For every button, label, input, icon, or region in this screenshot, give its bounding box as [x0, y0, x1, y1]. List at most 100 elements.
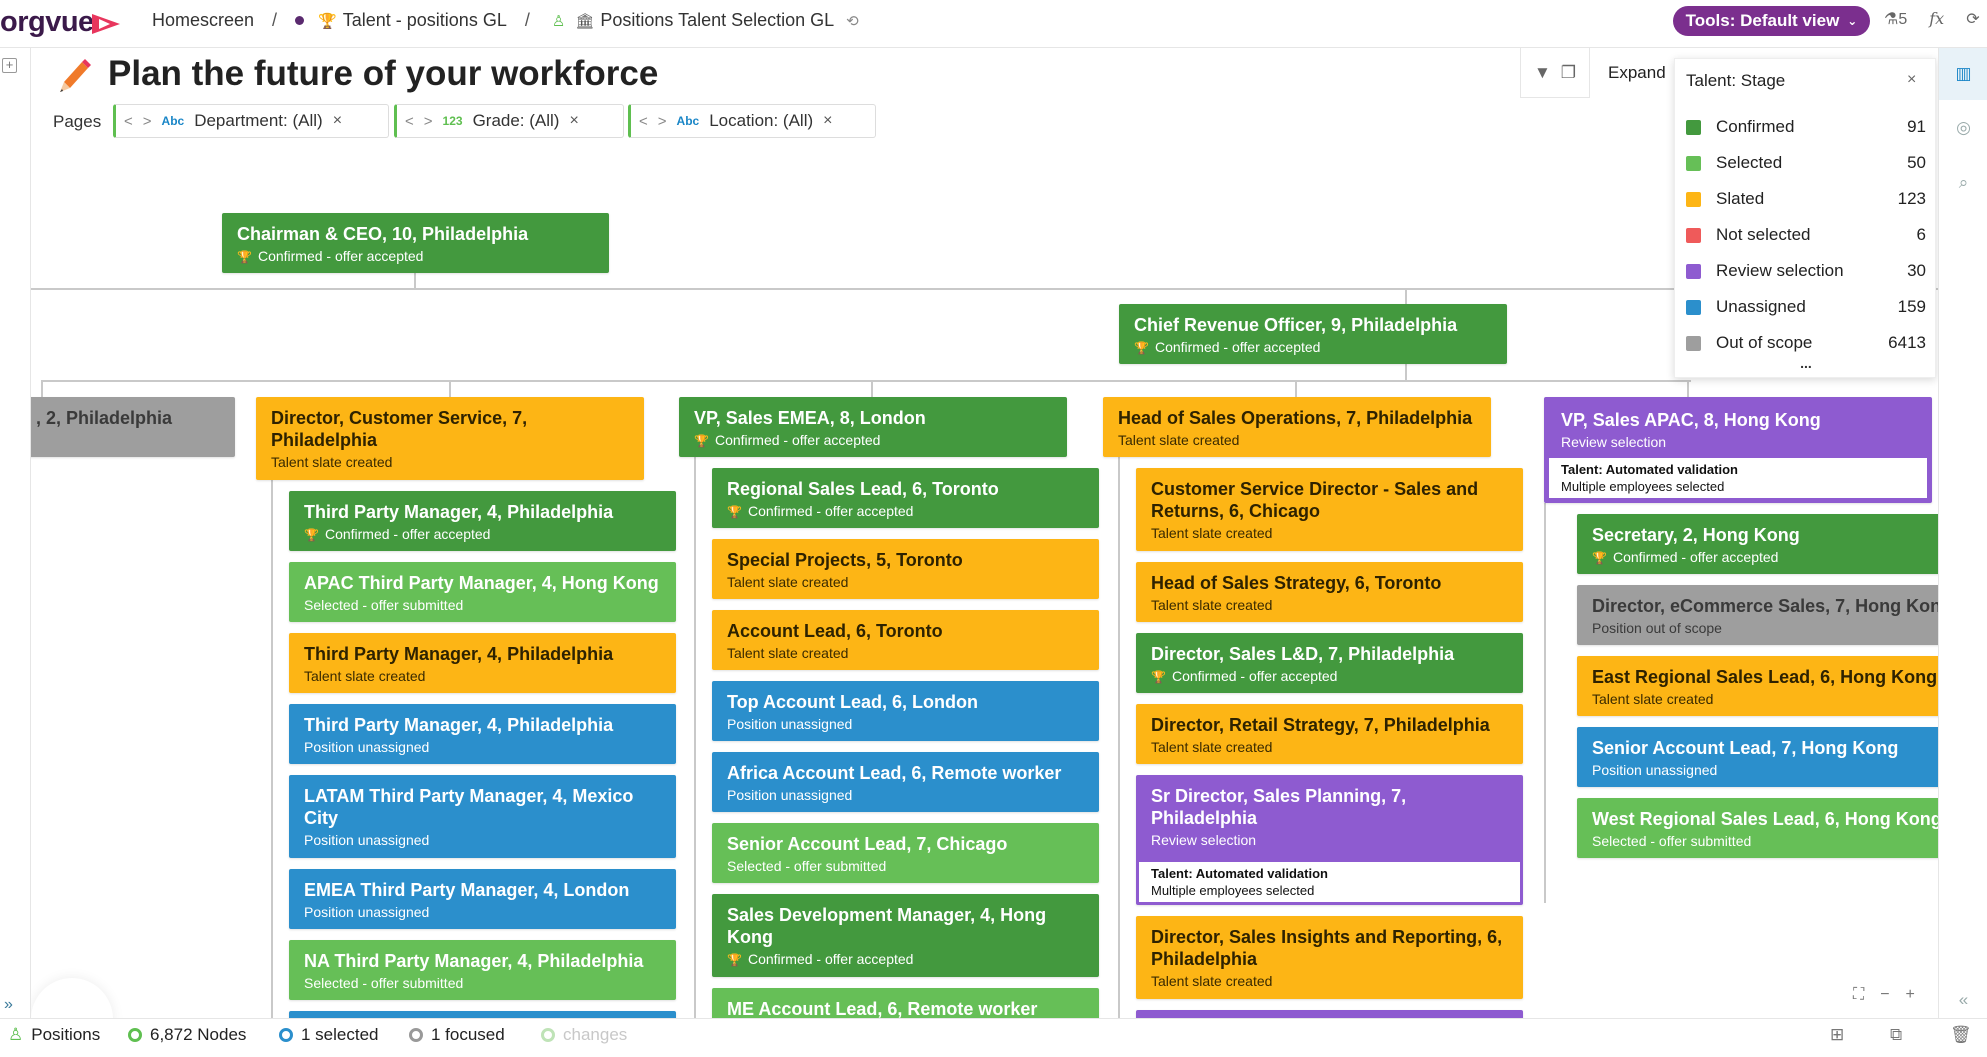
org-card[interactable]: Senior Account Lead, 7, Hong Kong Positi… [1577, 727, 1938, 787]
zoom-in-icon[interactable]: + [1906, 986, 1915, 1004]
history-icon[interactable]: ⟳ [1966, 9, 1979, 29]
refresh-icon[interactable]: ⟲ [846, 12, 859, 30]
org-card[interactable]: Special Projects, 5, Toronto Talent slat… [712, 539, 1099, 599]
org-card-col0[interactable]: , 2, Philadelphia [31, 397, 235, 457]
org-card-col2-head[interactable]: VP, Sales EMEA, 8, London 🏆 Confirmed - o… [679, 397, 1067, 457]
legend-item[interactable]: Slated 123 [1686, 187, 1926, 211]
status-focused[interactable]: 1 focused [409, 1025, 505, 1045]
close-icon[interactable]: × [333, 112, 342, 130]
card-status: Position out of scope [1592, 620, 1722, 636]
card-title: Head of Sales Operations, 7, Philadelphi… [1118, 408, 1473, 428]
org-card[interactable]: Director, Retail Strategy, 7, Philadelph… [1136, 704, 1523, 764]
filter-department[interactable]: < > Abc Department: (All) × [113, 104, 389, 138]
copy-icon[interactable]: ❐ [1561, 63, 1576, 83]
close-icon[interactable]: × [823, 112, 832, 130]
org-chart-canvas[interactable]: Chairman & CEO, 10, Philadelphia 🏆 Confir… [31, 48, 1938, 1018]
assistant-bubble[interactable] [31, 978, 113, 1018]
formula-button[interactable]: fx [1929, 9, 1944, 29]
org-card[interactable]: APAC Third Party Manager, 4, Hong Kong S… [289, 562, 676, 622]
org-card-partial[interactable] [289, 1011, 676, 1018]
card-title: Third Party Manager, 4, Philadelphia [304, 644, 614, 664]
org-card[interactable]: Africa Account Lead, 6, Remote worker Po… [712, 752, 1099, 812]
add-panel-icon[interactable]: + [2, 58, 17, 73]
org-card[interactable]: Secretary, 2, Hong Kong 🏆 Confirmed - off… [1577, 514, 1938, 574]
settings-icon[interactable]: ◎ [1939, 118, 1987, 138]
org-card[interactable]: Account Lead, 6, Toronto Talent slate cr… [712, 610, 1099, 670]
duplicate-icon[interactable]: ⧉ [1890, 1025, 1902, 1045]
org-card[interactable]: Senior Account Lead, 7, Chicago Selected… [712, 823, 1099, 883]
card-title: Sales Development Manager, 4, Hong Kong [727, 905, 1047, 947]
zoom-out-icon[interactable]: − [1880, 986, 1889, 1004]
legend-item[interactable]: Unassigned 159 [1686, 295, 1926, 319]
chevron-left-icon[interactable]: < [639, 113, 648, 130]
chevron-left-icon[interactable]: < [124, 113, 133, 130]
status-selected[interactable]: 1 selected [279, 1025, 379, 1045]
org-card[interactable]: West Regional Sales Lead, 6, Hong Kong S… [1577, 798, 1938, 858]
card-title: Director, Retail Strategy, 7, Philadelph… [1151, 715, 1490, 735]
chevron-left-icon[interactable]: < [405, 113, 414, 130]
expand-button[interactable]: Expand [1608, 63, 1666, 83]
filter-icon[interactable]: ▼ [1534, 63, 1551, 83]
org-card-col1-head[interactable]: Director, Customer Service, 7, Philadelp… [256, 397, 644, 480]
org-card[interactable]: Third Party Manager, 4, Philadelphia 🏆 Co… [289, 491, 676, 551]
legend-item[interactable]: Review selection 30 [1686, 259, 1926, 283]
org-card[interactable]: East Regional Sales Lead, 6, Hong Kong T… [1577, 656, 1938, 716]
chart-icon[interactable]: ▥ [1939, 48, 1987, 100]
org-card[interactable]: Third Party Manager, 4, Philadelphia Pos… [289, 704, 676, 764]
close-icon[interactable]: × [1907, 71, 1916, 89]
legend-item[interactable]: Not selected 6 [1686, 223, 1926, 247]
org-card[interactable]: ME Account Lead, 6, Remote worker [712, 988, 1099, 1018]
filter-grade[interactable]: < > 123 Grade: (All) × [394, 104, 624, 138]
crumb-homescreen[interactable]: Homescreen [152, 10, 254, 31]
status-positions[interactable]: ♙ Positions [8, 1025, 100, 1045]
org-card-col3-head[interactable]: Head of Sales Operations, 7, Philadelphi… [1103, 397, 1491, 457]
trophy-icon: 🏆 [727, 505, 742, 519]
orgvue-logo[interactable]: orgvue [0, 6, 94, 39]
org-card[interactable]: Regional Sales Lead, 6, Toronto 🏆 Confirm… [712, 468, 1099, 528]
org-card[interactable]: Third Party Manager, 4, Philadelphia Tal… [289, 633, 676, 693]
org-card[interactable]: Top Account Lead, 6, London Position una… [712, 681, 1099, 741]
card-title: Sr Director, Sales Planning, 7, Philadel… [1151, 786, 1407, 828]
users-button[interactable]: ⚗5 [1884, 9, 1907, 29]
chevron-right-icon[interactable]: > [658, 113, 667, 130]
org-card[interactable]: Director, Sales L&D, 7, Philadelphia 🏆 Co… [1136, 633, 1523, 693]
expand-left-icon[interactable]: » [4, 996, 13, 1014]
filter-location[interactable]: < > Abc Location: (All) × [628, 104, 876, 138]
card-title: Director, Sales L&D, 7, Philadelphia [1151, 644, 1455, 664]
crumb-view[interactable]: Positions Talent Selection GL [600, 10, 834, 31]
org-card[interactable]: Sr Director, Sales Planning, 7, Philadel… [1136, 775, 1523, 905]
legend-item[interactable]: Out of scope 6413 [1686, 331, 1926, 355]
org-card[interactable]: EMEA Third Party Manager, 4, London Posi… [289, 869, 676, 929]
card-status: Review selection [1151, 832, 1257, 848]
fit-screen-icon[interactable]: ⛶ [1853, 986, 1864, 1004]
org-card[interactable]: Head of Sales Strategy, 6, Toronto Talen… [1136, 562, 1523, 622]
org-card-ceo[interactable]: Chairman & CEO, 10, Philadelphia 🏆 Confir… [222, 213, 609, 273]
org-card[interactable]: Sales Development Manager, 4, Hong Kong … [712, 894, 1099, 977]
legend-item[interactable]: Confirmed 91 [1686, 115, 1926, 139]
search-icon[interactable]: ⌕ [1939, 173, 1987, 193]
trash-icon[interactable]: 🗑 [1950, 1025, 1972, 1045]
top-bar: orgvue Homescreen / 🏆 Talent - positions… [0, 0, 1987, 48]
status-changes[interactable]: changes [541, 1025, 627, 1045]
org-card[interactable]: Director, Sales Insights and Reporting, … [1136, 916, 1523, 999]
legend-item[interactable]: Selected 50 [1686, 151, 1926, 175]
chevron-right-icon[interactable]: > [143, 113, 152, 130]
status-nodes[interactable]: 6,872 Nodes [128, 1025, 246, 1045]
org-card-col4-head[interactable]: VP, Sales APAC, 8, Hong Kong Review sele… [1544, 397, 1932, 503]
close-icon[interactable]: × [569, 112, 578, 130]
org-card-partial[interactable] [1136, 1010, 1523, 1018]
add-icon[interactable]: ⊞ [1830, 1025, 1844, 1045]
card-title: VP, Sales EMEA, 8, London [694, 408, 926, 428]
chevron-right-icon[interactable]: > [424, 113, 433, 130]
org-card-cro[interactable]: Chief Revenue Officer, 9, Philadelphia 🏆… [1119, 304, 1507, 364]
org-card[interactable]: Director, eCommerce Sales, 7, Hong Kong … [1577, 585, 1938, 645]
org-card[interactable]: LATAM Third Party Manager, 4, Mexico Cit… [289, 775, 676, 858]
nodes-icon [128, 1028, 142, 1042]
tools-view-button[interactable]: Tools: Default view ⌄ [1673, 6, 1870, 36]
collapse-right-icon[interactable]: « [1939, 990, 1987, 1010]
legend-more[interactable]: ... [1675, 355, 1937, 371]
crumb-dataset[interactable]: Talent - positions GL [343, 10, 507, 31]
org-card[interactable]: Customer Service Director - Sales and Re… [1136, 468, 1523, 551]
org-card[interactable]: NA Third Party Manager, 4, Philadelphia … [289, 940, 676, 1000]
connector-line [1544, 503, 1546, 903]
